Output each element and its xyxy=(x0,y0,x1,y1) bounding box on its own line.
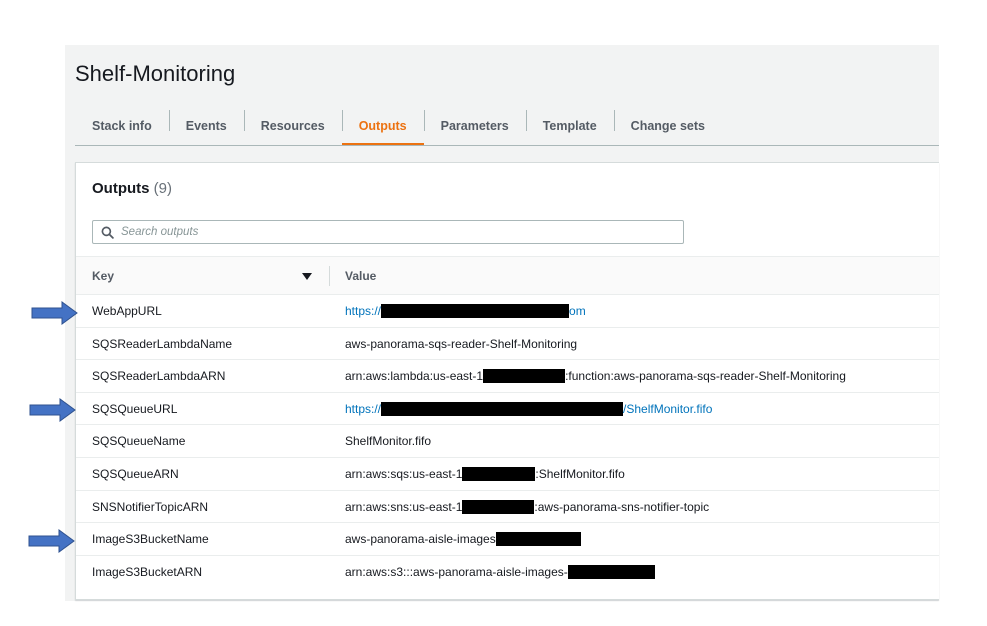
output-value-link[interactable]: https:// /ShelfMonitor.fifo xyxy=(345,393,712,425)
output-key: SQSQueueARN xyxy=(92,466,179,481)
output-key: ImageS3BucketName xyxy=(92,532,209,547)
output-key: SNSNotifierTopicARN xyxy=(92,499,209,514)
search-box xyxy=(92,220,684,244)
redaction-bar xyxy=(462,466,536,481)
value-text: aws-panorama-sqs-reader-Shelf-Monitoring xyxy=(345,336,578,351)
output-key: ImageS3BucketARN xyxy=(92,564,203,579)
outputs-table-body: WebAppURL https:// om SQSReaderLambdaName… xyxy=(76,295,939,588)
table-row: SQSQueueURL https:// /ShelfMonitor.fifo xyxy=(76,393,939,426)
tab-events[interactable]: Events xyxy=(168,106,244,146)
value-text: arn:aws:sns:us-east-1 xyxy=(345,499,463,514)
value-text-suffix: :ShelfMonitor.fifo xyxy=(535,466,625,481)
tab-stack-info[interactable]: Stack info xyxy=(75,106,169,146)
stack-tabs: Stack info Events Resources Outputs Para… xyxy=(75,106,722,146)
table-row: SQSQueueARN arn:aws:sqs:us-east-1 :ShelfM… xyxy=(76,458,939,491)
value-text: https:// xyxy=(345,401,382,416)
panel-title: Outputs xyxy=(92,180,150,197)
redaction-bar xyxy=(483,369,566,384)
output-key: SQSReaderLambdaARN xyxy=(92,369,226,384)
page-title: Shelf-Monitoring xyxy=(75,61,236,86)
value-text: ShelfMonitor.fifo xyxy=(345,434,432,449)
redaction-bar xyxy=(462,499,535,514)
output-key: WebAppURL xyxy=(92,304,162,318)
tab-change-sets[interactable]: Change sets xyxy=(613,106,722,146)
cloudformation-console: Shelf-Monitoring Stack info Events Resou… xyxy=(65,45,939,601)
output-value: aws-panorama-aisle-images xyxy=(345,523,581,555)
tabs-divider xyxy=(75,145,939,146)
value-text-suffix: om xyxy=(569,304,586,318)
tab-template[interactable]: Template xyxy=(525,106,614,146)
table-row: ImageS3BucketName aws-panorama-aisle-ima… xyxy=(76,523,939,556)
redaction-bar xyxy=(495,532,581,547)
output-value: arn:aws:sqs:us-east-1 :ShelfMonitor.fifo xyxy=(345,458,625,490)
output-key: SQSQueueName xyxy=(92,434,186,449)
output-value: ShelfMonitor.fifo xyxy=(345,425,431,457)
output-value: arn:aws:sns:us-east-1 :aws-panorama-sns-n… xyxy=(345,491,709,523)
value-text: https:// xyxy=(345,304,382,318)
value-text: arn:aws:lambda:us-east-1 xyxy=(345,369,484,384)
output-value: aws-panorama-sqs-reader-Shelf-Monitoring xyxy=(345,328,577,360)
table-header: Key Value xyxy=(76,256,939,295)
tab-parameters[interactable]: Parameters xyxy=(423,106,526,146)
tab-resources[interactable]: Resources xyxy=(243,106,342,146)
redaction-bar xyxy=(567,564,655,579)
outputs-panel: Outputs (9) Key Value WebAppURL https://… xyxy=(75,162,939,600)
value-text: arn:aws:s3:::aws-panorama-aisle-images- xyxy=(345,564,568,579)
sort-descending-icon[interactable] xyxy=(302,268,312,286)
annotation-arrow-icon xyxy=(28,529,75,553)
annotation-arrow-icon xyxy=(29,398,76,422)
outputs-count: (9) xyxy=(153,180,173,197)
redaction-bar xyxy=(381,401,624,416)
value-text-suffix: :function:aws-panorama-sqs-reader-Shelf-… xyxy=(565,369,846,384)
column-divider[interactable] xyxy=(329,266,330,286)
redaction-bar xyxy=(381,304,570,318)
table-row: WebAppURL https:// om xyxy=(76,295,939,328)
output-key: SQSQueueURL xyxy=(92,401,178,416)
search-icon xyxy=(93,226,121,239)
output-value-link[interactable]: https:// om xyxy=(345,295,586,327)
table-row: SQSQueueName ShelfMonitor.fifo xyxy=(76,425,939,458)
output-value: arn:aws:lambda:us-east-1 :function:aws-pa… xyxy=(345,360,846,392)
column-header-key[interactable]: Key xyxy=(92,257,114,294)
table-row: SNSNotifierTopicARN arn:aws:sns:us-east-… xyxy=(76,491,939,524)
tab-outputs[interactable]: Outputs xyxy=(341,106,424,146)
value-text-suffix: :aws-panorama-sns-notifier-topic xyxy=(534,499,710,514)
table-row: SQSReaderLambdaName aws-panorama-sqs-rea… xyxy=(76,328,939,361)
output-value: arn:aws:s3:::aws-panorama-aisle-images- xyxy=(345,556,655,588)
search-input[interactable] xyxy=(121,226,683,238)
table-row: ImageS3BucketARN arn:aws:s3:::aws-panora… xyxy=(76,556,939,589)
value-text: arn:aws:sqs:us-east-1 xyxy=(345,466,463,481)
table-row: SQSReaderLambdaARN arn:aws:lambda:us-eas… xyxy=(76,360,939,393)
annotation-arrow-icon xyxy=(31,301,78,325)
output-key: SQSReaderLambdaName xyxy=(92,336,233,351)
column-header-value: Value xyxy=(345,268,377,283)
value-text-suffix: /ShelfMonitor.fifo xyxy=(623,401,713,416)
value-text: aws-panorama-aisle-images xyxy=(345,532,496,547)
panel-heading: Outputs (9) xyxy=(92,180,172,197)
